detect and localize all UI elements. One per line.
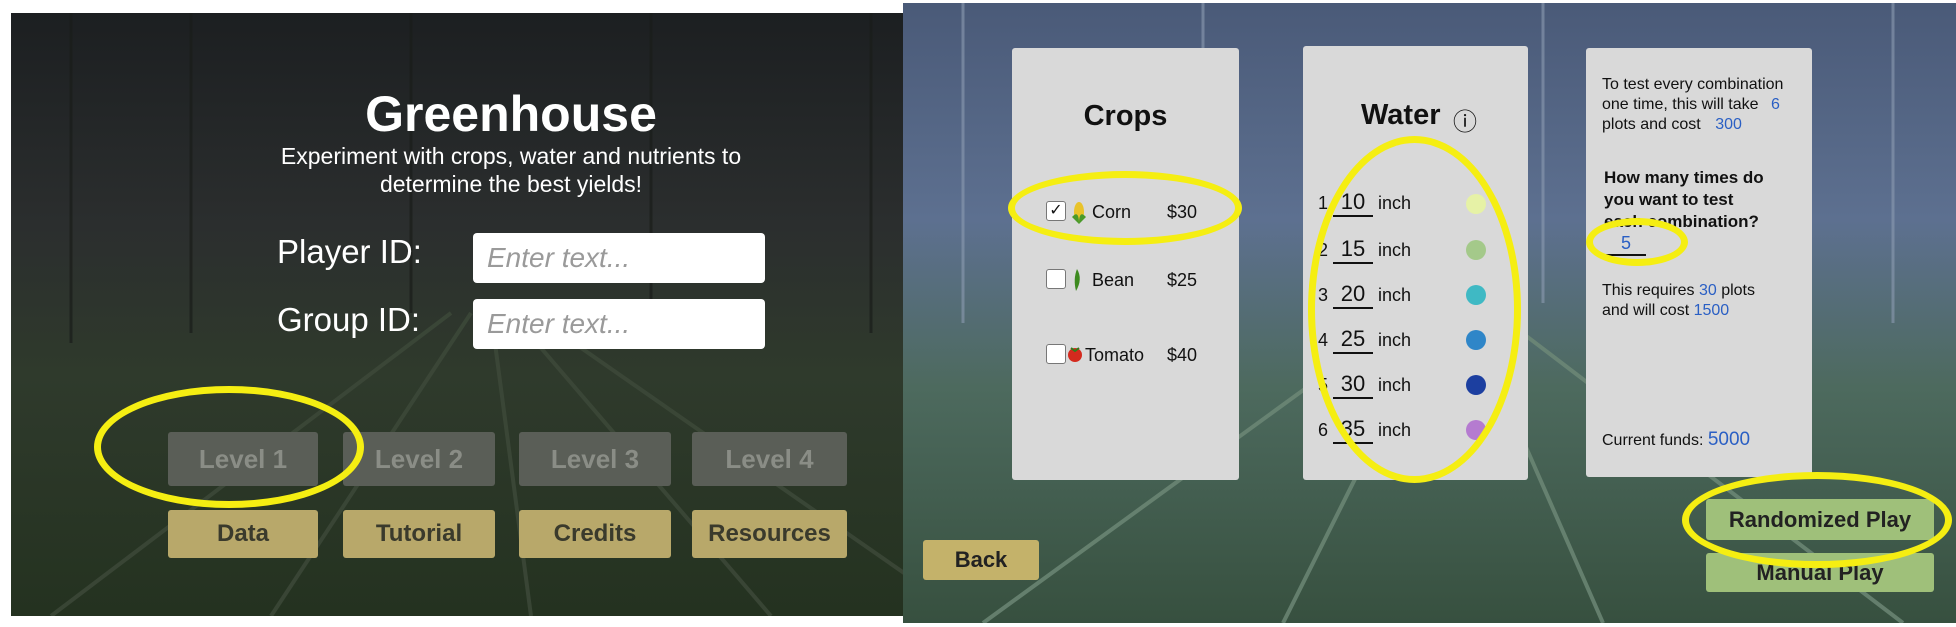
requires-plots-value: 30 [1698,282,1717,299]
info-icon[interactable]: ⓘ [1453,102,1477,137]
highlight-ring-water [1308,136,1521,483]
combination-cost-text: To test every combination one time, this… [1602,75,1807,135]
tomato-icon [1068,347,1082,362]
subtitle-line-1: Experiment with crops, water and nutrien… [280,143,742,169]
current-funds-value: 5000 [1707,429,1751,450]
bean-icon [1074,269,1080,291]
highlight-ring-randomized-play [1682,472,1952,568]
crop-row-tomato[interactable]: Tomato $40 [1046,342,1236,368]
tomato-label: Tomato [1085,345,1145,365]
data-button[interactable]: Data [168,510,318,558]
back-button[interactable]: Back [923,540,1039,580]
combo-cost-value: 300 [1715,116,1742,133]
level-3-button[interactable]: Level 3 [519,432,671,486]
credits-button[interactable]: Credits [519,510,671,558]
level-4-button[interactable]: Level 4 [692,432,847,486]
highlight-ring-level-1 [94,386,364,508]
group-id-label: Group ID: [277,301,421,338]
combo-line-3: plots and cost 300 [1602,116,1742,133]
main-menu-screen: Greenhouse Experiment with crops, water … [11,13,904,616]
requires-text: This requires 30 plots and will cost 150… [1602,282,1755,319]
combo-line-2: one time, this will take 6 [1602,96,1780,113]
level-2-button[interactable]: Level 2 [343,432,495,486]
subtitle-line-2: determine the best yields! [379,171,643,197]
crops-title: Crops [1083,100,1168,132]
crops-card: Crops ✓ Corn $30 Bean $25 Tomato $40 [1012,48,1239,480]
water-row-index: 6 [1318,420,1329,440]
game-title: Greenhouse [365,86,657,142]
bean-checkbox[interactable] [1046,269,1066,289]
crop-row-bean[interactable]: Bean $25 [1046,267,1236,293]
combo-plots-value: 6 [1770,96,1780,113]
tomato-price: $40 [1167,345,1198,365]
requires-cost-value: 1500 [1693,302,1730,319]
water-title: Water [1361,99,1441,131]
bean-price: $25 [1167,270,1198,290]
tomato-checkbox[interactable] [1046,344,1066,364]
tutorial-button[interactable]: Tutorial [343,510,495,558]
highlight-ring-corn [1008,171,1242,245]
bean-label: Bean [1092,270,1135,290]
player-id-label: Player ID: [277,233,422,270]
resources-button[interactable]: Resources [692,510,847,558]
experiment-setup-screen: Crops ✓ Corn $30 Bean $25 Tomato $40 Wat… [903,3,1956,623]
combo-line-1: To test every combination [1602,76,1784,93]
player-id-input[interactable]: Enter text... [473,233,765,283]
group-id-input[interactable]: Enter text... [473,299,765,349]
current-funds: Current funds: 5000 [1602,429,1751,450]
highlight-ring-repeat-count [1586,218,1688,266]
